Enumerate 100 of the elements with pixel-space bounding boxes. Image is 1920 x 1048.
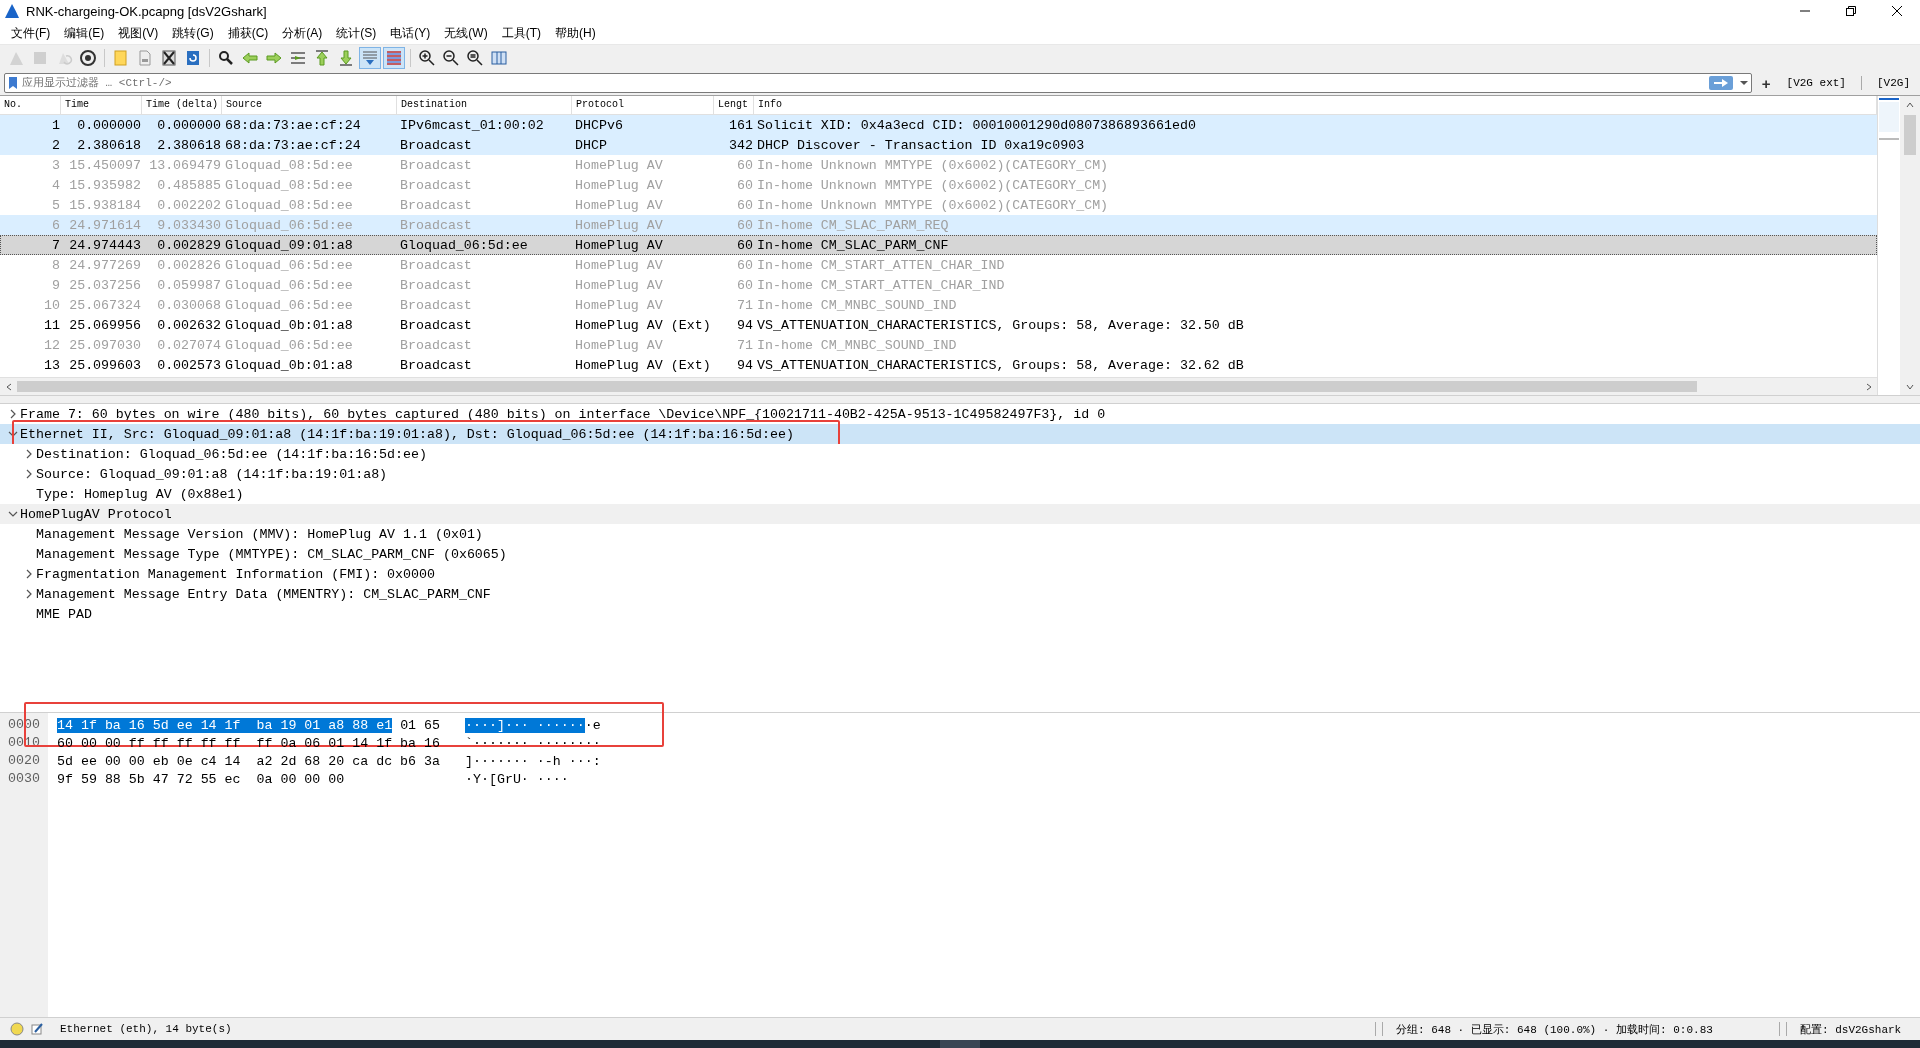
table-cell-text: VS_ATTENUATION_CHARACTERISTICS, Groups: 58, Average: 32.50 dB bbox=[756, 317, 1245, 334]
table-cell-text: 13 bbox=[43, 357, 61, 374]
scrollbar-thumb[interactable] bbox=[17, 381, 1697, 392]
horizontal-scrollbar[interactable] bbox=[0, 377, 1877, 395]
packet-row[interactable]: 7 24.974443 0.002829 Gloquad_09:01:a8 Gloquad_06:5d:ee HomePlug AV 60 In-home CM_SLAC_PARM_CNF bbox=[0, 235, 1877, 255]
filter-box[interactable]: 应用显示过滤器 … <Ctrl-/> bbox=[4, 73, 1752, 93]
goto-icon bbox=[289, 49, 307, 67]
table-cell-text: 7 bbox=[51, 237, 61, 254]
menu-item[interactable]: 电话(Y) bbox=[383, 24, 438, 42]
table-cell-text: Broadcast bbox=[399, 337, 473, 354]
packet-row[interactable]: 2 2.380618 2.380618 68:da:73:ae:cf:24 Broadcast DHCP 342 DHCP Discover - Transaction ID 0xa19c0903 bbox=[0, 135, 1877, 155]
table-cell-text: Gloquad_06:5d:ee bbox=[224, 257, 354, 274]
ascii-bytes[interactable]: ]······· ·-h ···: bbox=[465, 753, 601, 769]
bookmark-icon[interactable] bbox=[8, 76, 18, 90]
column-header[interactable]: No. bbox=[0, 96, 61, 114]
table-cell-text: HomePlug AV (Ext) bbox=[574, 317, 712, 334]
scroll-up-icon[interactable] bbox=[1906, 100, 1914, 109]
column-header[interactable]: Time bbox=[61, 96, 142, 114]
table-cell-text: 24.971614 bbox=[68, 217, 142, 234]
table-cell-text: HomePlug AV bbox=[574, 297, 664, 314]
hex-bytes[interactable]: 9f 59 88 5b 47 72 55 ec 0a 00 00 00 bbox=[48, 771, 465, 787]
table-cell-text: 0.059987 bbox=[156, 277, 222, 294]
resize-columns-icon bbox=[490, 49, 508, 67]
filter-button[interactable]: [V2G] bbox=[1871, 77, 1916, 89]
menu-item[interactable]: 无线(W) bbox=[437, 24, 495, 42]
scrollbar-thumb[interactable] bbox=[1904, 115, 1916, 155]
hex-bytes[interactable]: 5d ee 00 00 eb 0e c4 14 a2 2d 68 20 ca dc b6 3a bbox=[48, 753, 465, 769]
table-cell-text: HomePlug AV bbox=[574, 157, 664, 174]
byte-offset: 0020 bbox=[7, 752, 41, 770]
table-cell-text: 25.069956 bbox=[68, 317, 142, 334]
status-circle-icon[interactable] bbox=[10, 1022, 24, 1036]
table-cell-text: Gloquad_0b:01:a8 bbox=[224, 317, 354, 334]
table-cell-text: 25.099603 bbox=[68, 357, 142, 374]
vertical-scrollbar[interactable] bbox=[1900, 96, 1920, 395]
table-cell-text: 0.002202 bbox=[156, 197, 222, 214]
menu-item[interactable]: 文件(F) bbox=[4, 24, 58, 42]
packet-row[interactable]: 1 0.000000 0.000000 68:da:73:ae:cf:24 IPv6mcast_01:00:02 DHCPv6 161 Solicit XID: 0x4a3ecd CID: 00010001290d0807386893661ed0 bbox=[0, 115, 1877, 135]
ascii-bytes[interactable]: ·Y·[GrU· ···· bbox=[465, 771, 569, 787]
table-cell-text: Broadcast bbox=[399, 177, 473, 194]
gear-icon bbox=[79, 49, 97, 67]
scroll-down-icon[interactable] bbox=[1906, 382, 1914, 391]
menu-item[interactable]: 编辑(E) bbox=[57, 24, 112, 42]
table-cell-text: 3 bbox=[51, 157, 61, 174]
filter-button[interactable]: [V2G ext] bbox=[1780, 77, 1852, 89]
tree-item-text: Fragmentation Management Information (FMI): 0x0000 bbox=[36, 566, 435, 582]
filter-field[interactable]: 应用显示过滤器 … <Ctrl-/> bbox=[18, 77, 1709, 89]
pencil-icon[interactable] bbox=[30, 1022, 44, 1036]
tree-row[interactable]: HomePlugAV Protocol bbox=[0, 504, 1920, 524]
column-header[interactable]: Time (delta) bbox=[142, 96, 222, 114]
column-header[interactable]: Lengt bbox=[714, 96, 754, 114]
table-cell-text: 60 bbox=[736, 257, 754, 274]
table-cell-text: In-home CM_MNBC_SOUND_IND bbox=[756, 297, 958, 314]
table-cell-text: Gloquad_06:5d:ee bbox=[224, 217, 354, 234]
table-cell-text: 24.974443 bbox=[68, 237, 142, 254]
table-cell-text: 0.485885 bbox=[156, 177, 222, 194]
scroll-left-icon[interactable] bbox=[4, 382, 13, 391]
table-cell-text: 60 bbox=[736, 217, 754, 234]
table-cell-text: 25.097030 bbox=[68, 337, 142, 354]
menu-item[interactable]: 统计(S) bbox=[329, 24, 384, 42]
table-cell-text: HomePlug AV bbox=[574, 197, 664, 214]
table-cell-text: DHCP Discover - Transaction ID 0xa19c0903 bbox=[756, 137, 1086, 154]
table-cell-text: 13.069479 bbox=[148, 157, 222, 174]
table-cell-text: 15.938184 bbox=[68, 197, 142, 214]
scroll-right-icon[interactable] bbox=[1864, 382, 1873, 391]
byte-offset: 0030 bbox=[7, 770, 41, 788]
column-header[interactable]: Protocol bbox=[572, 96, 714, 114]
menu-item[interactable]: 捕获(C) bbox=[220, 24, 276, 42]
chevron-down-icon[interactable] bbox=[8, 509, 18, 519]
table-cell-text: 8 bbox=[51, 257, 61, 274]
chevron-right-icon[interactable] bbox=[8, 409, 18, 419]
table-cell-text: 60 bbox=[736, 277, 754, 294]
table-cell-text: 94 bbox=[736, 357, 754, 374]
table-cell-text: In-home CM_MNBC_SOUND_IND bbox=[756, 337, 958, 354]
packet-stats: 分组: 648 · 已显示: 648 (100.0%) · 加载时间: 0:0.83 bbox=[1396, 1022, 1714, 1037]
table-cell-text: VS_ATTENUATION_CHARACTERISTICS, Groups: 58, Average: 32.62 dB bbox=[756, 357, 1245, 374]
menu-item[interactable]: 帮助(H) bbox=[548, 24, 603, 42]
column-header[interactable]: Source bbox=[222, 96, 397, 114]
arrow-icon[interactable] bbox=[1712, 78, 1729, 88]
table-cell-text: 0.030068 bbox=[156, 297, 222, 314]
menu-item[interactable]: 工具(T) bbox=[494, 24, 548, 42]
close-icon[interactable] bbox=[1892, 6, 1902, 16]
menu-item[interactable]: 跳转(G) bbox=[165, 24, 221, 42]
table-cell-text: 15.450097 bbox=[68, 157, 142, 174]
table-cell-text: DHCPv6 bbox=[574, 117, 624, 134]
profile-label[interactable]: 配置: dsV2Gshark bbox=[1800, 1021, 1920, 1037]
reload-icon bbox=[184, 49, 202, 67]
column-header[interactable]: Destination bbox=[397, 96, 572, 114]
restore-icon[interactable] bbox=[1846, 6, 1856, 16]
toolbar-button[interactable] bbox=[77, 47, 99, 69]
table-cell-text: 161 bbox=[728, 117, 754, 134]
table-cell-text: DHCP bbox=[574, 137, 608, 154]
menu-item[interactable]: 视图(V) bbox=[111, 24, 166, 42]
ascii-bytes[interactable]: `······· ········ bbox=[465, 735, 601, 751]
down-arrow-icon bbox=[337, 49, 355, 67]
table-cell-text: HomePlug AV bbox=[574, 337, 664, 354]
tree-item-text: Management Message Type (MMTYPE): CM_SLAC_PARM_CNF (0x6065) bbox=[36, 546, 507, 562]
menu-item[interactable]: 分析(A) bbox=[275, 24, 330, 42]
tree-item-text: Type: Homeplug AV (0x88e1) bbox=[36, 486, 244, 502]
search-icon bbox=[217, 49, 235, 67]
add-button[interactable]: + bbox=[1757, 74, 1775, 92]
